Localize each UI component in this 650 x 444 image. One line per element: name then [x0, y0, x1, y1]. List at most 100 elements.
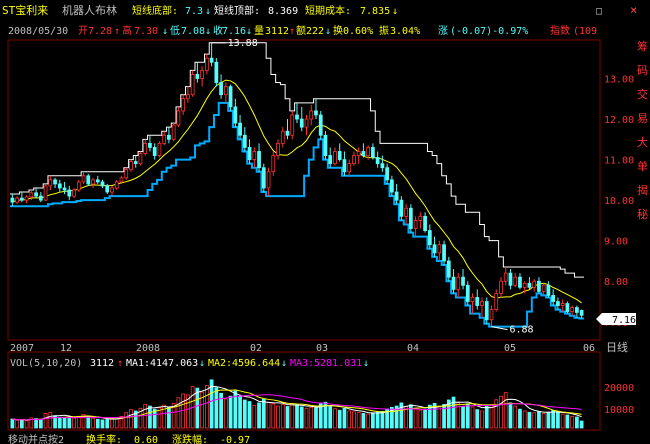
candle-body: [546, 284, 551, 296]
volume-bar: [347, 410, 352, 429]
candle-body: [352, 155, 356, 165]
candle-body: [556, 301, 560, 306]
min-price-annotation: 6.88: [509, 325, 533, 336]
volume-bar: [280, 404, 285, 429]
volume-bar: [470, 406, 475, 429]
volume-bar: [72, 417, 76, 429]
vol-label: 量: [254, 25, 264, 37]
candle-body: [29, 192, 34, 198]
candle-body: [489, 309, 494, 321]
volume-bar: [110, 418, 114, 429]
short-bottom-value: 7.3: [185, 6, 203, 17]
candle-body: [465, 284, 470, 302]
candle-body: [252, 151, 257, 160]
vol-tick-label: 10000: [604, 405, 634, 416]
candle-body: [437, 244, 442, 254]
short-bottom-label: 短线底部:: [132, 4, 178, 17]
short-cost-label: 短期成本:: [305, 4, 351, 17]
volume-bar: [15, 419, 19, 429]
candle-body: [408, 207, 413, 229]
candle-body: [399, 199, 404, 217]
volume-bar: [480, 410, 484, 429]
candle-body: [494, 292, 499, 311]
volume-bar: [309, 406, 314, 429]
volume-bar: [475, 409, 480, 429]
volume-bar: [380, 411, 385, 429]
candle-body: [190, 74, 195, 96]
time-label: 2007: [10, 343, 34, 354]
change-label: 涨: [438, 25, 448, 37]
ma3-label: MA3:: [290, 358, 314, 369]
volume-bar: [494, 399, 499, 429]
period-label[interactable]: 日线: [606, 340, 628, 354]
volume-bar: [271, 403, 276, 429]
candle-body: [86, 175, 91, 185]
candle-body: [575, 307, 579, 313]
candle-body: [456, 276, 461, 290]
open-arrow: ↑: [114, 26, 120, 37]
volume-bar: [375, 411, 380, 429]
volume-bar: [10, 418, 15, 429]
close-arrow: ↓: [246, 26, 252, 37]
index-label: 指数: [550, 24, 570, 37]
volume-bar: [556, 412, 560, 429]
candle-body: [233, 106, 238, 124]
candle-body: [138, 153, 143, 165]
candle-body: [176, 110, 181, 126]
candle-body: [385, 167, 390, 181]
volume-bar: [129, 409, 133, 429]
volume-bar: [427, 404, 432, 429]
vol-value: 3112: [265, 26, 289, 37]
candle-body: [186, 94, 190, 100]
volume-bar: [228, 395, 233, 429]
short-bottom-arrow: ↓: [205, 6, 211, 17]
volume-bar: [371, 412, 375, 429]
volume-bar: [86, 416, 91, 429]
chart-canvas[interactable]: ST宝利来 机器人布林 短线底部: 7.3 ↓ 短线顶部: 8.369 短期成本…: [0, 0, 650, 444]
candle-body: [53, 179, 57, 185]
candle-body: [19, 197, 24, 201]
candle-body: [10, 197, 15, 203]
candle-body: [375, 157, 380, 165]
footer-amplitude-value: -0.97: [220, 435, 250, 444]
ma1-label: MA1:: [126, 358, 150, 369]
ma2-value: 4596.644: [232, 358, 280, 369]
time-label: 06: [583, 343, 595, 354]
candle-body: [157, 142, 162, 156]
ma3-arrow: ↓: [363, 358, 369, 369]
vol-title: VOL(5,10,20): [10, 358, 82, 369]
candle-body: [314, 110, 318, 116]
volume-bar: [513, 405, 518, 429]
upper-band-line: [10, 42, 584, 278]
candle-body: [475, 297, 480, 306]
volume-bar: [570, 415, 575, 429]
candle-body: [271, 155, 276, 173]
volume-bar: [176, 397, 181, 429]
candle-body: [257, 151, 261, 169]
candle-body: [508, 272, 513, 286]
time-label: 2008: [136, 343, 160, 354]
close-icon[interactable]: ×: [630, 3, 637, 17]
low-arrow: ↓: [205, 26, 211, 37]
volume-bar: [508, 402, 513, 429]
volume-bar: [38, 418, 43, 429]
high-arrow: ↓: [162, 26, 168, 37]
volume-bar: [565, 414, 570, 429]
candle-body: [195, 74, 200, 79]
volume-bar: [299, 406, 304, 429]
volume-bar: [522, 410, 527, 429]
volume-bar: [503, 392, 508, 429]
candle-body: [446, 260, 451, 278]
time-label: 05: [504, 343, 516, 354]
vol-arrow: ↑: [289, 26, 295, 37]
price-tick-label: 12.00: [604, 115, 634, 126]
candle-body: [503, 272, 508, 282]
candle-body: [337, 151, 342, 160]
maximize-icon[interactable]: □: [596, 6, 602, 17]
candle-body: [537, 280, 541, 292]
footer-amplitude-label: 涨跌幅:: [172, 433, 208, 444]
volume-bar: [499, 395, 503, 429]
vol-tick-label: 20000: [604, 383, 634, 394]
index-value: (109: [573, 26, 597, 37]
candle-body: [423, 215, 427, 231]
